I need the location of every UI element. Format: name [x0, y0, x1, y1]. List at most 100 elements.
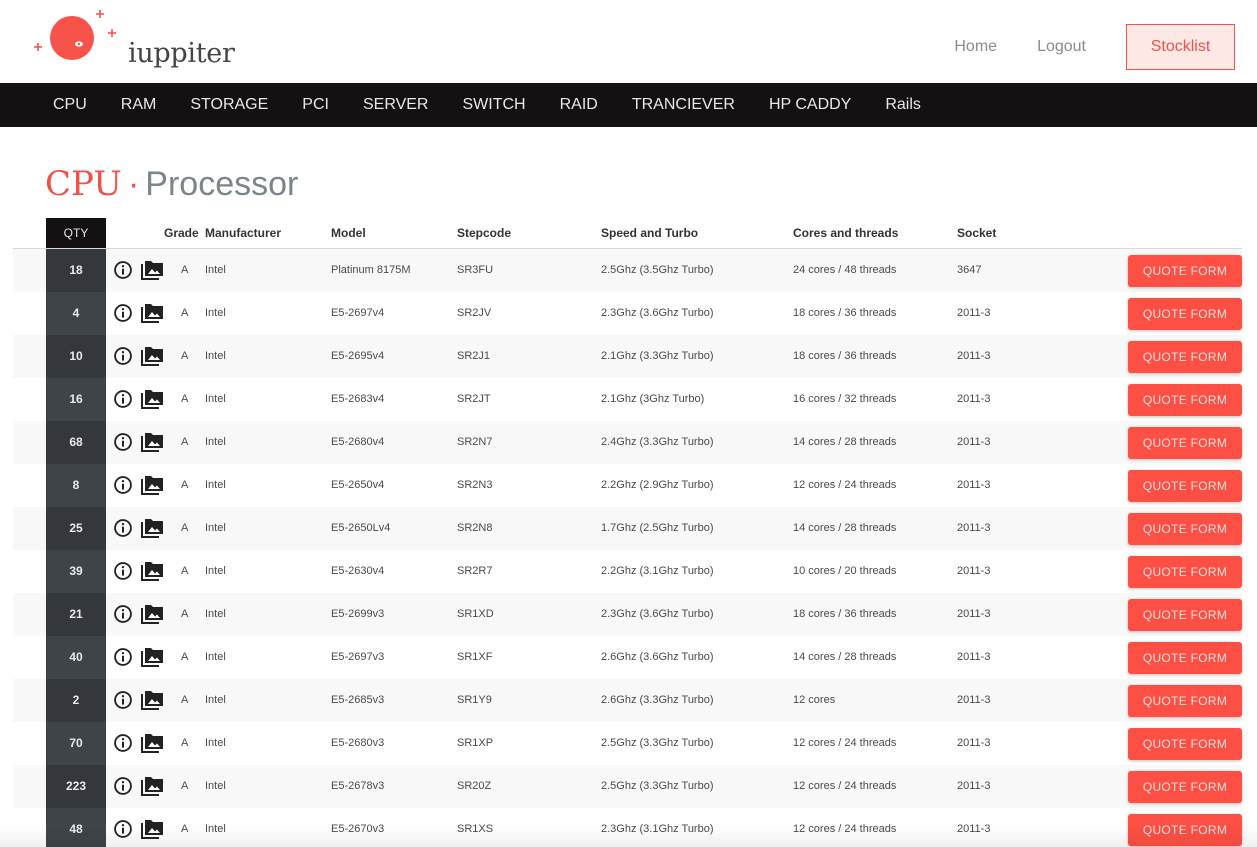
quote-form-button[interactable]: QUOTE FORM: [1128, 556, 1242, 588]
photo-library-icon[interactable]: [140, 603, 164, 625]
model-cell: E5-2680v3: [331, 737, 385, 749]
speed-cell: 2.5Ghz (3.3Ghz Turbo): [601, 780, 714, 792]
photo-library-icon[interactable]: [140, 646, 164, 668]
info-circle-icon[interactable]: [113, 518, 133, 538]
category-link-raid[interactable]: RAID: [560, 96, 598, 114]
quote-form-button[interactable]: QUOTE FORM: [1128, 685, 1242, 717]
category-link-tranciever[interactable]: TRANCIEVER: [632, 96, 735, 114]
qty-cell: 223: [46, 765, 106, 808]
grade-cell: A: [181, 823, 189, 835]
photo-library-icon[interactable]: [140, 302, 164, 324]
photo-library-icon[interactable]: [140, 388, 164, 410]
nav-logout-link[interactable]: Logout: [1037, 38, 1086, 56]
cores-cell: 18 cores / 36 threads: [793, 608, 897, 620]
grade-cell: A: [181, 264, 189, 276]
speed-cell: 2.5Ghz (3.5Ghz Turbo): [601, 264, 714, 276]
info-circle-icon[interactable]: [113, 561, 133, 581]
page-title: CPU · Processor: [45, 164, 298, 204]
grade-cell: A: [181, 694, 189, 706]
info-circle-icon[interactable]: [113, 604, 133, 624]
photo-library-icon[interactable]: [140, 474, 164, 496]
photo-library-icon[interactable]: [140, 732, 164, 754]
top-nav: Home Logout Stocklist: [954, 24, 1235, 70]
info-circle-icon[interactable]: [113, 346, 133, 366]
logo[interactable]: iuppiter: [30, 8, 235, 72]
cores-cell: 18 cores / 36 threads: [793, 307, 897, 319]
table-row: 16 A Intel E5-2683v4 SR2JT 2.1Ghz (3Ghz …: [13, 378, 1242, 421]
photo-library-icon[interactable]: [140, 689, 164, 711]
category-link-rails[interactable]: Rails: [885, 96, 921, 114]
quote-form-button[interactable]: QUOTE FORM: [1128, 728, 1242, 760]
category-link-switch[interactable]: SWITCH: [462, 96, 525, 114]
qty-cell: 39: [46, 550, 106, 593]
quote-form-button[interactable]: QUOTE FORM: [1128, 599, 1242, 631]
info-circle-icon[interactable]: [113, 303, 133, 323]
category-link-cpu[interactable]: CPU: [53, 96, 87, 114]
speed-cell: 2.3Ghz (3.6Ghz Turbo): [601, 307, 714, 319]
speed-cell: 2.6Ghz (3.6Ghz Turbo): [601, 651, 714, 663]
category-link-hp-caddy[interactable]: HP CADDY: [769, 96, 851, 114]
socket-cell: 3647: [957, 264, 982, 276]
grade-cell: A: [181, 393, 189, 405]
quote-form-button[interactable]: QUOTE FORM: [1128, 427, 1242, 459]
col-header-cores: Cores and threads: [793, 226, 899, 240]
info-circle-icon[interactable]: [113, 733, 133, 753]
photo-library-icon[interactable]: [140, 775, 164, 797]
model-cell: E5-2697v3: [331, 651, 385, 663]
table-row: 10 A Intel E5-2695v4 SR2J1 2.1Ghz (3.3Gh…: [13, 335, 1242, 378]
col-header-socket: Socket: [957, 226, 997, 240]
stepcode-cell: SR1XS: [457, 823, 494, 835]
photo-library-icon[interactable]: [140, 345, 164, 367]
quote-form-button[interactable]: QUOTE FORM: [1128, 470, 1242, 502]
speed-cell: 2.3Ghz (3.1Ghz Turbo): [601, 823, 714, 835]
model-cell: E5-2683v4: [331, 393, 385, 405]
nav-home-link[interactable]: Home: [954, 38, 997, 56]
cores-cell: 24 cores / 48 threads: [793, 264, 897, 276]
col-header-grade: Grade: [164, 226, 199, 240]
info-circle-icon[interactable]: [113, 776, 133, 796]
info-circle-icon[interactable]: [113, 389, 133, 409]
photo-library-icon[interactable]: [140, 431, 164, 453]
socket-cell: 2011-3: [957, 393, 991, 405]
photo-library-icon[interactable]: [140, 259, 164, 281]
quote-form-button[interactable]: QUOTE FORM: [1128, 384, 1242, 416]
socket-cell: 2011-3: [957, 651, 991, 663]
cores-cell: 12 cores / 24 threads: [793, 823, 897, 835]
info-circle-icon[interactable]: [113, 475, 133, 495]
photo-library-icon[interactable]: [140, 517, 164, 539]
manufacturer-cell: Intel: [205, 737, 226, 749]
info-circle-icon[interactable]: [113, 819, 133, 839]
grade-cell: A: [181, 307, 189, 319]
photo-library-icon[interactable]: [140, 560, 164, 582]
stocklist-button[interactable]: Stocklist: [1126, 24, 1235, 70]
cores-cell: 12 cores / 24 threads: [793, 780, 897, 792]
quote-form-button[interactable]: QUOTE FORM: [1128, 513, 1242, 545]
quote-form-button[interactable]: QUOTE FORM: [1128, 298, 1242, 330]
manufacturer-cell: Intel: [205, 565, 226, 577]
quote-form-button[interactable]: QUOTE FORM: [1128, 255, 1242, 287]
model-cell: E5-2650v4: [331, 479, 385, 491]
quote-form-button[interactable]: QUOTE FORM: [1128, 814, 1242, 846]
quote-form-button[interactable]: QUOTE FORM: [1128, 341, 1242, 373]
speed-cell: 2.5Ghz (3.3Ghz Turbo): [601, 737, 714, 749]
col-header-manufacturer: Manufacturer: [205, 226, 282, 240]
manufacturer-cell: Intel: [205, 350, 226, 362]
info-circle-icon[interactable]: [113, 690, 133, 710]
info-circle-icon[interactable]: [113, 432, 133, 452]
quote-form-button[interactable]: QUOTE FORM: [1128, 771, 1242, 803]
category-link-server[interactable]: SERVER: [363, 96, 429, 114]
model-cell: E5-2697v4: [331, 307, 385, 319]
info-circle-icon[interactable]: [113, 260, 133, 280]
category-link-pci[interactable]: PCI: [302, 96, 329, 114]
stepcode-cell: SR2JT: [457, 393, 491, 405]
cores-cell: 12 cores / 24 threads: [793, 737, 897, 749]
category-link-ram[interactable]: RAM: [121, 96, 157, 114]
info-circle-icon[interactable]: [113, 647, 133, 667]
stepcode-cell: SR1XP: [457, 737, 494, 749]
category-link-storage[interactable]: STORAGE: [190, 96, 268, 114]
photo-library-icon[interactable]: [140, 818, 164, 840]
quote-form-button[interactable]: QUOTE FORM: [1128, 642, 1242, 674]
stepcode-cell: SR1XF: [457, 651, 493, 663]
speed-cell: 2.4Ghz (3.3Ghz Turbo): [601, 436, 714, 448]
grade-cell: A: [181, 350, 189, 362]
